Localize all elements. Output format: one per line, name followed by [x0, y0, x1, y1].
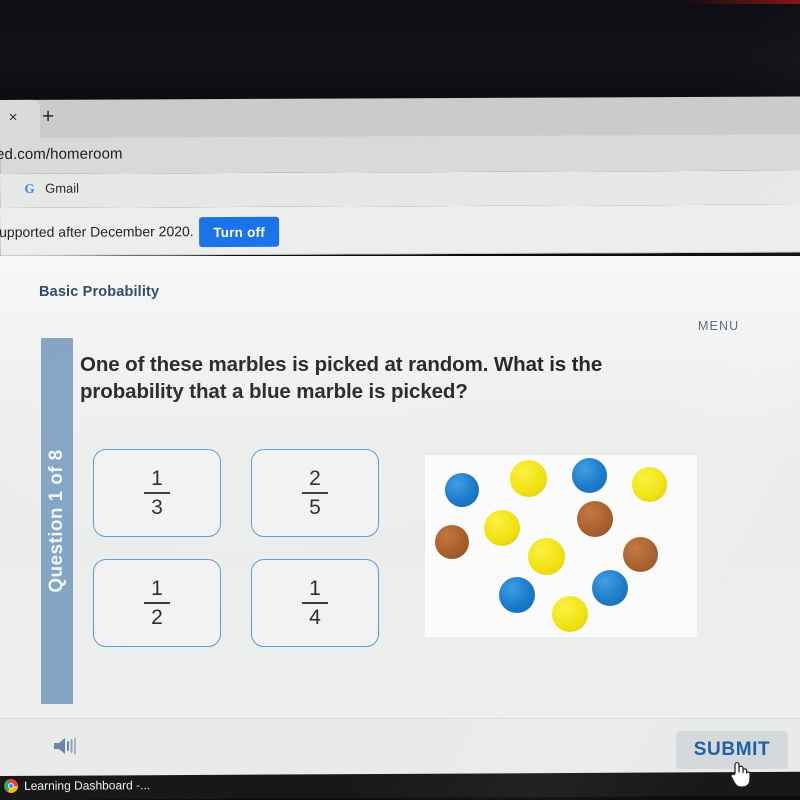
answer-option-4[interactable]: 14: [251, 559, 379, 647]
page-title: Basic Probability: [39, 284, 160, 300]
quiz-footer: SUBMIT: [0, 718, 800, 776]
fraction: 12: [144, 577, 170, 630]
taskbar-item-chrome[interactable]: Learning Dashboard -...: [4, 778, 150, 793]
question-progress-label: Question 1 of 8: [46, 449, 67, 593]
fraction-numerator: 1: [151, 576, 163, 600]
marble-brown: [435, 525, 469, 559]
marble-yellow: [510, 460, 547, 497]
infobar-message: supported after December 2020.: [0, 223, 194, 241]
marble-yellow: [632, 467, 667, 502]
bookmarks-bar: G Gmail: [0, 170, 800, 208]
marble-blue: [592, 570, 628, 606]
answer-option-3[interactable]: 12: [93, 559, 221, 647]
speaker-icon[interactable]: [52, 735, 78, 757]
address-bar-url[interactable]: ed.com/homeroom: [0, 145, 123, 163]
screen-bezel-top: [0, 0, 800, 103]
fraction-denominator: 5: [309, 495, 321, 519]
marble-blue: [445, 473, 479, 507]
quiz-page: Basic Probability MENU Question 1 of 8 O…: [0, 256, 800, 776]
submit-button[interactable]: SUBMIT: [676, 731, 788, 769]
fraction: 25: [302, 467, 328, 520]
screen-photo: × + ed.com/homeroom G Gmail supported af…: [0, 0, 800, 800]
fraction-denominator: 2: [151, 605, 163, 629]
marble-illustration: [425, 455, 697, 637]
fraction-denominator: 4: [309, 605, 321, 629]
close-icon[interactable]: ×: [4, 109, 22, 127]
question-progress-rail: Question 1 of 8: [41, 338, 73, 704]
answer-options: 13251214: [93, 449, 381, 647]
chrome-icon: [4, 778, 19, 793]
marble-yellow: [528, 538, 565, 575]
fraction-bar: [144, 602, 170, 604]
turn-off-button[interactable]: Turn off: [199, 216, 280, 248]
marble-yellow: [484, 510, 520, 546]
bookmark-gmail[interactable]: G Gmail: [22, 181, 79, 196]
menu-button[interactable]: MENU: [698, 319, 739, 333]
fraction-numerator: 1: [309, 576, 321, 600]
bookmark-label: Gmail: [45, 180, 80, 196]
fraction-bar: [144, 492, 170, 494]
flash-infobar: supported after December 2020. Turn off: [0, 204, 800, 256]
new-tab-icon[interactable]: +: [38, 105, 58, 128]
answer-option-2[interactable]: 25: [251, 449, 379, 537]
marble-blue: [572, 458, 607, 493]
marble-brown: [623, 537, 658, 572]
taskbar-item-label: Learning Dashboard -...: [24, 778, 151, 793]
marble-yellow: [552, 596, 588, 632]
marble-blue: [499, 577, 535, 613]
fraction-bar: [302, 602, 328, 604]
fraction: 13: [144, 467, 170, 520]
google-icon: G: [24, 180, 35, 196]
browser-tab-strip: × +: [0, 96, 800, 141]
fraction-bar: [302, 492, 328, 494]
fraction-numerator: 2: [309, 466, 321, 490]
marble-brown: [577, 501, 613, 537]
fraction: 14: [302, 577, 328, 630]
question-prompt: One of these marbles is picked at random…: [80, 353, 603, 404]
answer-option-1[interactable]: 13: [93, 449, 221, 537]
browser-omnibox-row: ed.com/homeroom: [0, 134, 800, 174]
fraction-numerator: 1: [151, 466, 163, 490]
os-taskbar: Learning Dashboard -...: [0, 771, 800, 800]
fraction-denominator: 3: [151, 495, 163, 519]
